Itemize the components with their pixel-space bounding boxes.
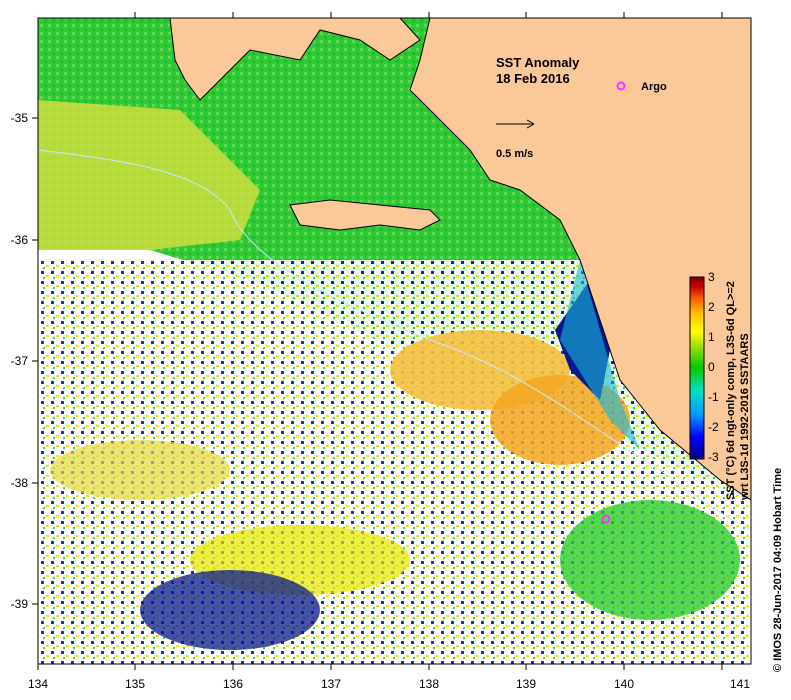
- y-tick-label: -36: [11, 233, 29, 247]
- imos-credit: © IMOS 28-Jun-2017 04:09 Hobart Time: [772, 468, 784, 672]
- x-tick-label: 138: [419, 677, 439, 691]
- colorbar-tick: 0: [708, 360, 715, 374]
- scale-label: 0.5 m/s: [496, 148, 533, 160]
- x-tick-label: 134: [28, 677, 48, 691]
- x-tick-label: 139: [516, 677, 536, 691]
- sst-anomaly-map: 134 135 136 137 138 139 140 141 -35 -36 …: [11, 12, 784, 691]
- x-tick-label: 141: [730, 677, 750, 691]
- warm-patch-4: [50, 440, 230, 500]
- x-tick-label: 137: [321, 677, 341, 691]
- map-title: SST Anomaly: [496, 55, 580, 70]
- x-tick-label: 135: [125, 677, 145, 691]
- y-tick-label: -37: [11, 354, 29, 368]
- colorbar-tick: -2: [708, 420, 719, 434]
- colorbar-label-line2: wrt L3S-1d 1992-2016 SSTAARS: [739, 333, 751, 501]
- plot-area: [38, 18, 751, 664]
- y-axis: -35 -36 -37 -38 -39: [11, 111, 38, 611]
- colorbar-tick: -3: [708, 450, 719, 464]
- colorbar-tick: 3: [708, 270, 715, 284]
- map-date: 18 Feb 2016: [496, 71, 570, 86]
- y-tick-label: -38: [11, 476, 29, 490]
- y-tick-label: -39: [11, 597, 29, 611]
- argo-legend-label: Argo: [641, 81, 667, 93]
- y-tick-label: -35: [11, 111, 29, 125]
- green-patch-south: [560, 500, 740, 620]
- cold-patch-south: [140, 570, 320, 650]
- x-tick-label: 136: [223, 677, 243, 691]
- colorbar-tick: 2: [708, 300, 715, 314]
- colorbar-gradient: [689, 276, 705, 460]
- colorbar-label-line1: SST (°C) 6d ngt-only comp, L3S-6d QL>=2: [725, 281, 737, 500]
- x-tick-label: 140: [614, 677, 634, 691]
- colorbar-tick: -1: [708, 390, 719, 404]
- colorbar-tick: 1: [708, 330, 715, 344]
